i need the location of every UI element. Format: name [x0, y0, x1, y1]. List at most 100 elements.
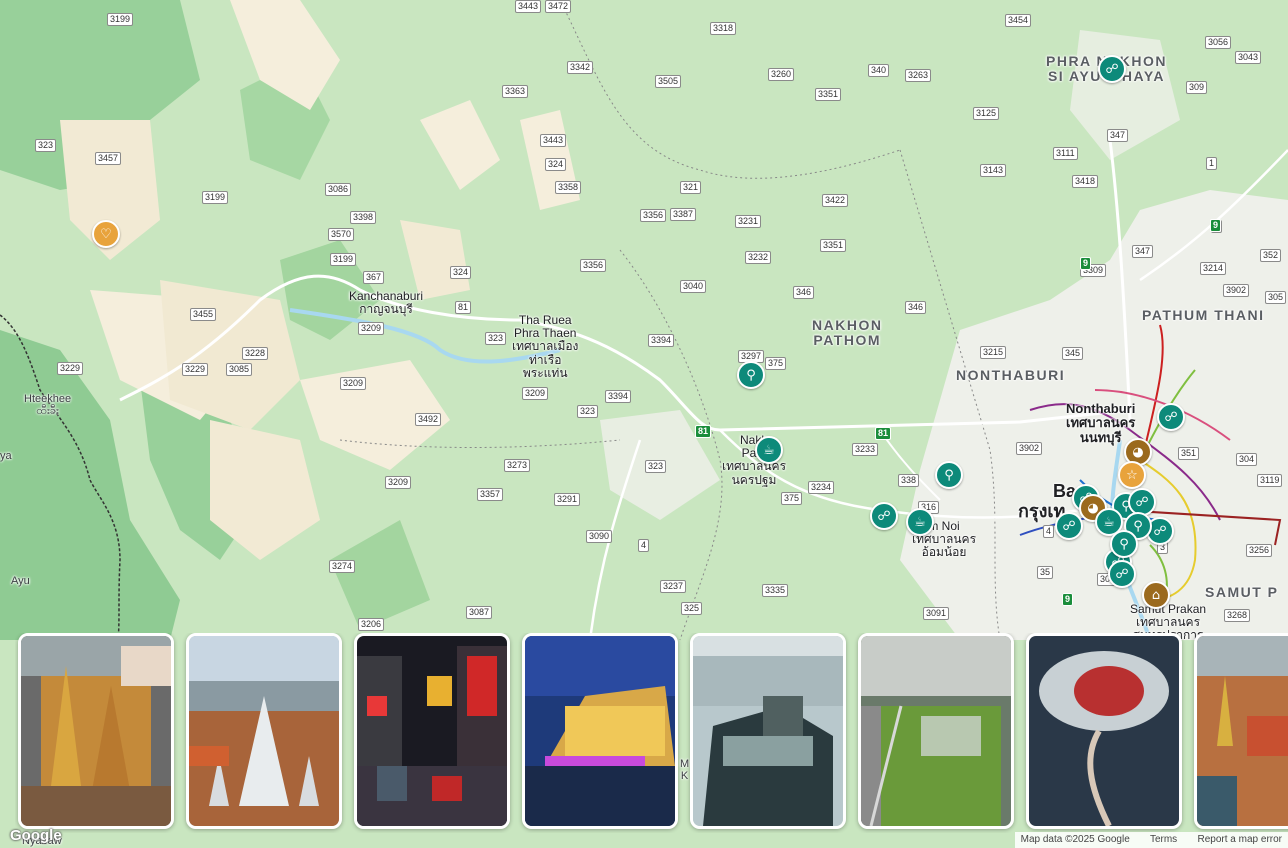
binoculars-icon[interactable]: ☍ — [1108, 560, 1136, 588]
road-shield-3199: 3199 — [330, 253, 357, 266]
road-shield-3214: 3214 — [1200, 262, 1227, 275]
road-shield-3087: 3087 — [466, 606, 493, 619]
road-shield-3043: 3043 — [1235, 51, 1262, 64]
binoculars-icon[interactable]: ☍ — [1055, 512, 1083, 540]
road-shield-375: 375 — [765, 357, 787, 370]
road-shield-309: 309 — [1186, 81, 1208, 94]
road-shield-3231: 3231 — [735, 215, 762, 228]
road-shield-3209: 3209 — [358, 322, 385, 335]
road-shield-3351: 3351 — [820, 239, 847, 252]
road-shield-3199: 3199 — [202, 191, 229, 204]
road-shield-9: 9 — [1062, 593, 1074, 606]
photo-carousel[interactable] — [15, 633, 1288, 833]
road-shield-3229: 3229 — [182, 363, 209, 376]
road-shield-3394: 3394 — [648, 334, 675, 347]
photo-card-wat-arun[interactable] — [186, 633, 342, 829]
road-shield-3570: 3570 — [328, 228, 355, 241]
city-label-nonthaburi: Nonthaburi เทศบาลนคร นนทบุรี — [1066, 401, 1136, 445]
road-shield-3274: 3274 — [329, 560, 356, 573]
road-shield-347: 347 — [1107, 129, 1129, 142]
road-shield-3111: 3111 — [1053, 147, 1078, 160]
photo-card-benjakitti[interactable] — [858, 633, 1014, 829]
road-shield-3472: 3472 — [545, 0, 572, 13]
restaurant-icon[interactable]: ⚲ — [737, 361, 765, 389]
heart-marker-icon[interactable]: ♡ — [92, 220, 120, 248]
road-shield-3199: 3199 — [107, 13, 134, 26]
road-shield-3358: 3358 — [555, 181, 582, 194]
road-shield-3363: 3363 — [502, 85, 529, 98]
road-shield-352: 352 — [1260, 249, 1282, 262]
road-shield-345: 345 — [1062, 347, 1084, 360]
road-shield-346: 346 — [905, 301, 927, 314]
road-shield-324: 324 — [450, 266, 472, 279]
road-shield-3143: 3143 — [980, 164, 1007, 177]
road-shield-323: 323 — [577, 405, 599, 418]
road-shield-3268: 3268 — [1224, 609, 1251, 622]
road-shield-3505: 3505 — [655, 75, 682, 88]
region-label-nakhon-pathom: NAKHON PATHOM — [812, 317, 883, 349]
road-shield-3229: 3229 — [57, 362, 84, 375]
photo-card-chinatown[interactable] — [354, 633, 510, 829]
road-shield-3273: 3273 — [504, 459, 531, 472]
report-map-error-link[interactable]: Report a map error — [1198, 834, 1282, 845]
road-shield-3902: 3902 — [1016, 442, 1043, 455]
map-attribution: Map data ©2025 Google Terms Report a map… — [1014, 832, 1288, 848]
road-shield-323: 323 — [35, 139, 57, 152]
road-shield-3090: 3090 — [586, 530, 613, 543]
photo-card-rooftop[interactable] — [690, 633, 846, 829]
road-shield-9: 9 — [1080, 257, 1092, 270]
road-shield-3228: 3228 — [242, 347, 269, 360]
binoculars-icon[interactable]: ☍ — [1157, 403, 1185, 431]
photo-card-temple-rooftops[interactable] — [1194, 633, 1288, 829]
road-shield-375: 375 — [781, 492, 803, 505]
road-shield-338: 338 — [898, 474, 920, 487]
road-shield-323: 323 — [485, 332, 507, 345]
road-shield-3356: 3356 — [640, 209, 667, 222]
road-shield-3125: 3125 — [973, 107, 1000, 120]
road-shield-3492: 3492 — [415, 413, 442, 426]
road-shield-3260: 3260 — [768, 68, 795, 81]
road-shield-3443: 3443 — [540, 134, 567, 147]
road-shield-3119: 3119 — [1257, 474, 1283, 487]
binoculars-icon[interactable]: ☍ — [870, 502, 898, 530]
city-label-ayu: Ayu — [11, 575, 30, 587]
city-label-kanchanaburi: Kanchanaburi กาญจนบุรี — [349, 289, 424, 317]
road-shield-3234: 3234 — [808, 481, 835, 494]
binoculars-icon[interactable]: ☍ — [1098, 55, 1126, 83]
road-shield-3387: 3387 — [670, 208, 697, 221]
road-shield-3086: 3086 — [325, 183, 352, 196]
road-shield-4: 4 — [1043, 525, 1055, 538]
road-shield-3422: 3422 — [822, 194, 849, 207]
terms-link[interactable]: Terms — [1150, 834, 1177, 845]
road-shield-3040: 3040 — [680, 280, 707, 293]
road-shield-3237: 3237 — [660, 580, 687, 593]
city-label-ya: ya — [0, 450, 12, 462]
road-shield-4: 4 — [638, 539, 650, 552]
road-shield-367: 367 — [363, 271, 385, 284]
road-shield-1: 1 — [1206, 157, 1218, 170]
photo-card-grand-palace[interactable] — [18, 633, 174, 829]
road-shield-346: 346 — [793, 286, 815, 299]
road-shield-3233: 3233 — [852, 443, 879, 456]
road-shield-3398: 3398 — [350, 211, 377, 224]
road-shield-3085: 3085 — [226, 363, 253, 376]
museum-icon[interactable]: ⌂ — [1142, 581, 1170, 609]
restaurant-icon[interactable]: ⚲ — [1110, 530, 1138, 558]
road-shield-3056: 3056 — [1205, 36, 1232, 49]
road-shield-3342: 3342 — [567, 61, 594, 74]
road-shield-347: 347 — [1132, 245, 1154, 258]
photo-card-iconsiam[interactable] — [522, 633, 678, 829]
road-shield-3291: 3291 — [554, 493, 581, 506]
star-marker-icon[interactable]: ☆ — [1118, 461, 1146, 489]
road-shield-3454: 3454 — [1005, 14, 1032, 27]
cafe-icon[interactable]: ☕ — [906, 508, 934, 536]
road-shield-3209: 3209 — [522, 387, 549, 400]
cafe-icon[interactable]: ☕ — [755, 436, 783, 464]
road-shield-3209: 3209 — [340, 377, 367, 390]
road-shield-3351: 3351 — [815, 88, 842, 101]
road-shield-3418: 3418 — [1072, 175, 1099, 188]
photo-card-lotus-island[interactable] — [1026, 633, 1182, 829]
restaurant-icon[interactable]: ⚲ — [935, 461, 963, 489]
road-shield-3209: 3209 — [385, 476, 412, 489]
map-data-text: Map data ©2025 Google — [1020, 834, 1130, 845]
